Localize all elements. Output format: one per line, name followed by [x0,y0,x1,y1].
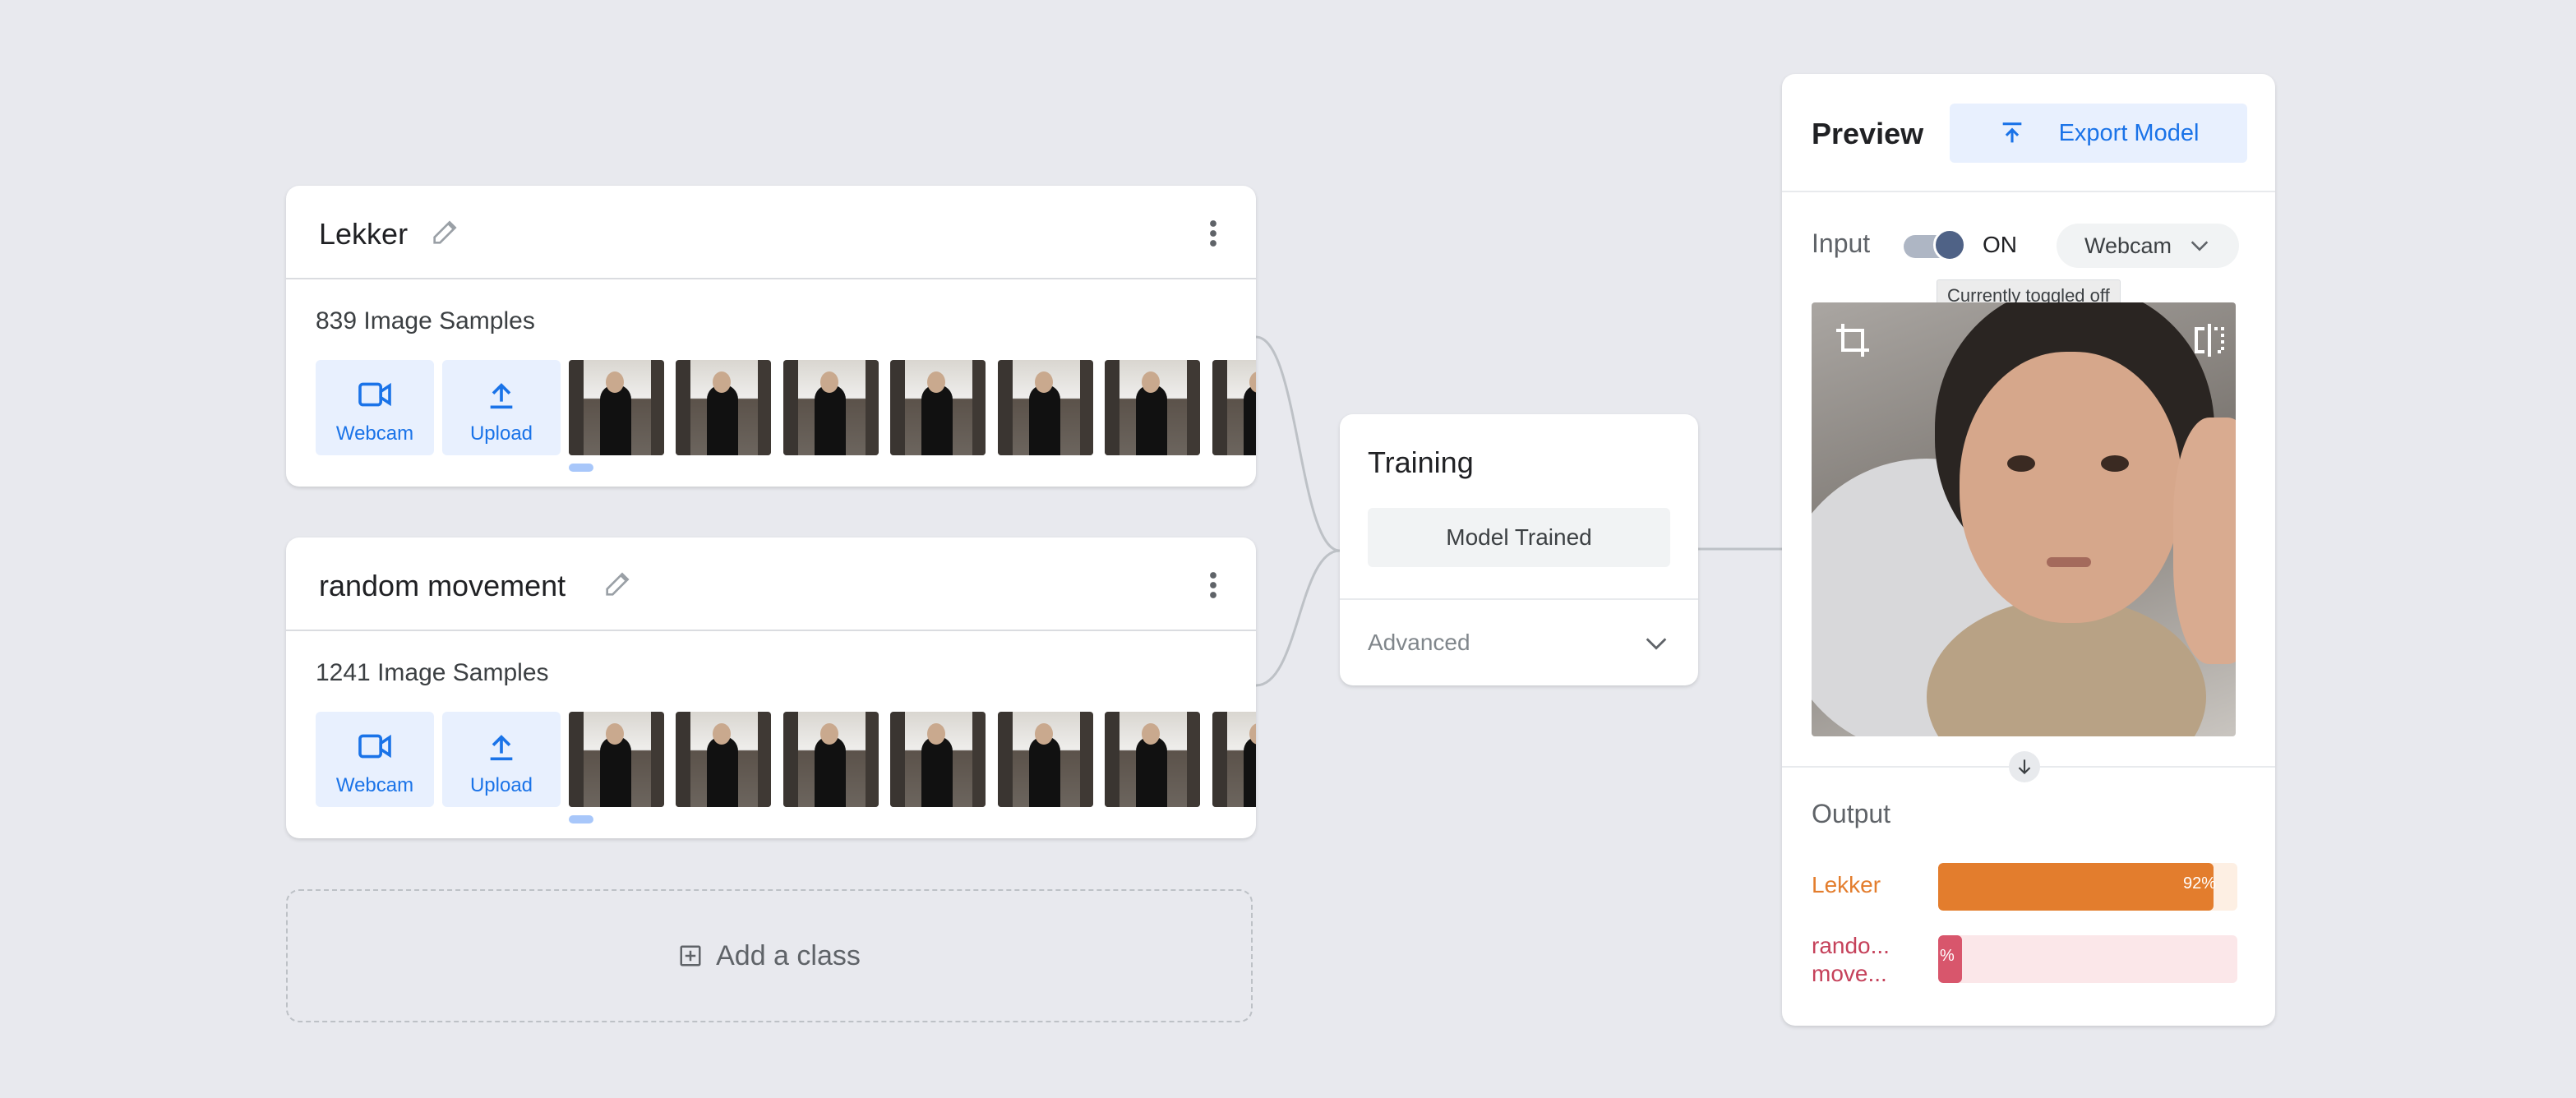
chevron-down-icon [2191,241,2209,251]
more-options-icon[interactable] [1207,219,1220,248]
add-class-button[interactable]: Add a class [286,889,1253,1022]
sample-thumbnail[interactable] [890,712,986,807]
sample-thumbnails[interactable] [569,360,1256,455]
output-class-name: rando... move... [1812,933,1890,986]
more-options-icon[interactable] [1207,570,1220,600]
flip-horizontal-icon[interactable] [2190,321,2229,360]
webcam-feed [1812,302,2236,736]
sample-count: 839 Image Samples [316,307,535,334]
webcam-button-label: Webcam [335,774,414,796]
advanced-toggle[interactable]: Advanced [1368,630,1470,656]
sample-thumbnail[interactable] [997,360,1093,455]
preview-panel: Preview Export Model Input ON Webcam Cur… [1782,74,2275,1026]
divider [1782,191,2275,192]
sample-thumbnail[interactable] [569,712,664,807]
output-class-name: Lekker [1812,872,1881,897]
upload-button-label: Upload [469,774,533,796]
add-class-label: Add a class [716,939,861,971]
confidence-fill [1938,863,2214,911]
class-title[interactable]: Lekker [319,217,408,251]
class-title[interactable]: random movement [319,569,566,603]
upload-icon [490,383,513,409]
training-card: Training Model Trained Advanced [1340,414,1698,685]
sample-thumbnail[interactable] [1212,712,1256,807]
class-card-lekker: Lekker 839 Image Samples Webcam Upload [286,186,1256,487]
class-card-random-movement: random movement 1241 Image Samples Webca… [286,537,1256,838]
upload-button[interactable]: Upload [442,712,561,807]
training-title: Training [1368,445,1474,479]
model-trained-button[interactable]: Model Trained [1368,508,1670,567]
sample-thumbnail[interactable] [997,712,1093,807]
export-model-label: Export Model [2058,119,2200,146]
horizontal-scrollbar[interactable] [569,464,593,472]
edit-pencil-icon[interactable] [429,215,462,248]
sample-thumbnail[interactable] [890,360,986,455]
confidence-bar: 92% [1938,863,2237,911]
edit-pencil-icon[interactable] [602,567,635,600]
video-camera-icon [358,382,391,407]
output-label: Output [1812,799,1891,828]
input-label: Input [1812,228,1871,258]
sample-thumbnails[interactable] [569,712,1256,807]
sample-thumbnail[interactable] [569,360,664,455]
webcam-button[interactable]: Webcam [316,712,434,807]
input-source-value: Webcam [2084,233,2172,258]
upload-button-label: Upload [469,422,533,445]
webcam-button[interactable]: Webcam [316,360,434,455]
upload-button[interactable]: Upload [442,360,561,455]
toggle-state-label: ON [1983,232,2017,257]
sample-thumbnail[interactable] [782,360,879,455]
confidence-label: 92% [2183,874,2217,893]
sample-thumbnail[interactable] [1105,712,1201,807]
divider [1340,598,1698,600]
class-card-header: Lekker [286,186,1256,279]
sample-thumbnail[interactable] [676,360,772,455]
arrow-down-icon [2009,751,2040,782]
webcam-button-label: Webcam [335,422,414,445]
add-box-icon [680,945,701,967]
sample-thumbnail[interactable] [676,712,772,807]
sample-thumbnail[interactable] [1105,360,1201,455]
confidence-bar: % [1938,935,2237,983]
class-card-header: random movement [286,537,1256,631]
confidence-label: % [1940,947,1955,965]
sample-thumbnail[interactable] [1212,360,1256,455]
video-camera-icon [358,734,391,759]
upload-icon [490,735,513,761]
input-toggle-knob[interactable] [1933,228,1966,261]
sample-count: 1241 Image Samples [316,659,549,686]
crop-icon[interactable] [1833,321,1872,360]
horizontal-scrollbar[interactable] [569,815,593,824]
export-model-button[interactable]: Export Model [1950,104,2247,163]
export-upload-icon [2002,122,2021,143]
preview-title: Preview [1812,117,1924,150]
input-source-select[interactable]: Webcam [2057,224,2239,268]
sample-thumbnail[interactable] [782,712,879,807]
chevron-down-icon[interactable] [1642,630,1670,657]
